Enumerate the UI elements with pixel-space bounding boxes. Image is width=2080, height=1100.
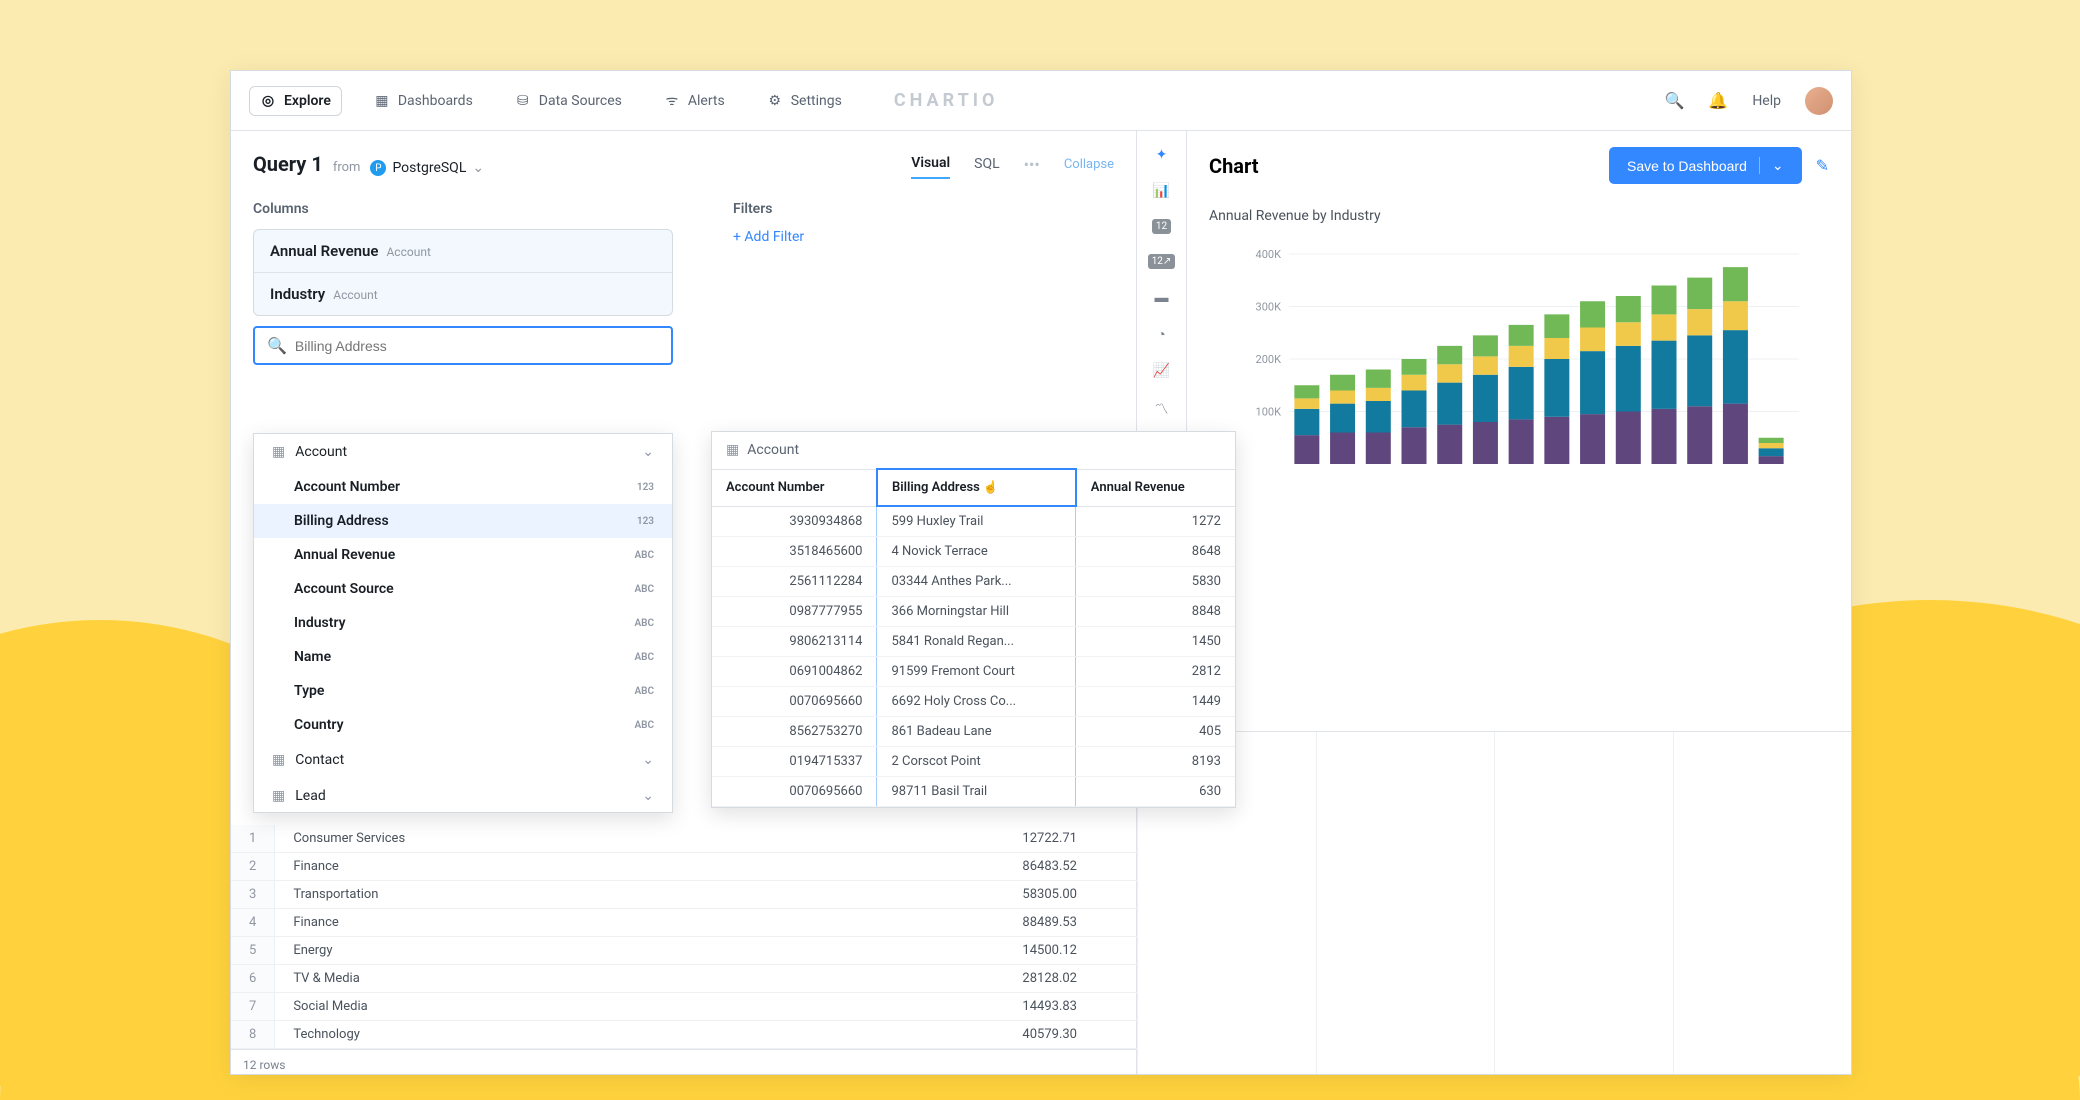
chart-panel-title: Chart — [1209, 154, 1259, 178]
query-title: Query 1 — [253, 152, 323, 176]
bar-chart: 100K 200K 300K 400K — [1209, 244, 1829, 484]
from-label: from — [333, 160, 361, 175]
table-row[interactable]: 6TV & Media28128.02 — [231, 965, 1137, 993]
db-icon: P — [370, 160, 386, 176]
dropdown-item[interactable]: TypeABC — [254, 674, 672, 708]
table-row[interactable]: 1Consumer Services12722.71 — [231, 825, 1137, 853]
dropdown-item[interactable]: Billing Address123 — [254, 504, 672, 538]
nav-alerts[interactable]: ᯤ Alerts — [654, 87, 735, 115]
more-icon[interactable]: ••• — [1024, 155, 1040, 174]
table-row[interactable]: 0987777955366 Morningstar Hill8848 — [712, 597, 1235, 627]
nav-dashboards[interactable]: ▦ Dashboards — [364, 87, 483, 115]
nav-data-sources[interactable]: ⛁ Data Sources — [505, 87, 632, 115]
brand-logo: CHARTIO — [894, 90, 999, 111]
table-icon: ▦ — [272, 788, 285, 804]
column-header[interactable]: Billing Address ☝ — [877, 469, 1076, 506]
svg-text:400K: 400K — [1256, 248, 1282, 261]
table-row[interactable]: 7Social Media14493.83 — [231, 993, 1137, 1021]
results-table: 1Consumer Services12722.712Finance86483.… — [231, 825, 1137, 1075]
table-row[interactable]: 007069566098711 Basil Trail630 — [712, 777, 1235, 807]
bell-icon[interactable]: 🔔 — [1708, 91, 1728, 110]
collapse-link[interactable]: Collapse — [1064, 157, 1114, 172]
dropdown-group-contact[interactable]: ▦Contact ⌄ — [254, 742, 672, 778]
tab-visual[interactable]: Visual — [911, 149, 950, 179]
dropdown-item[interactable]: IndustryABC — [254, 606, 672, 640]
chevron-down-icon[interactable]: ⌄ — [1759, 157, 1784, 174]
search-icon[interactable]: 🔍 — [1664, 91, 1684, 110]
dropdown-item[interactable]: Account SourceABC — [254, 572, 672, 606]
preview-table: ▦Account Account NumberBilling Address ☝… — [711, 431, 1236, 808]
number-icon[interactable]: 12 — [1152, 219, 1171, 234]
row-count: 12 rows — [231, 1049, 1137, 1075]
dropdown-item[interactable]: NameABC — [254, 640, 672, 674]
dropdown-item[interactable]: Annual RevenueABC — [254, 538, 672, 572]
tab-sql[interactable]: SQL — [974, 150, 999, 178]
column-search[interactable]: 🔍 — [253, 326, 673, 365]
table-row[interactable]: 5Energy14500.12 — [231, 937, 1137, 965]
table-row[interactable]: 4Finance88489.53 — [231, 909, 1137, 937]
column-dropdown: ▦Account ⌄ Account Number123Billing Addr… — [253, 433, 673, 813]
number-trend-icon[interactable]: 12↗ — [1148, 254, 1176, 269]
table-row[interactable]: 256111228403344 Anthes Park...5830 — [712, 567, 1235, 597]
dropdown-group-lead[interactable]: ▦Lead ⌄ — [254, 778, 672, 813]
nav-settings[interactable]: ⚙ Settings — [757, 87, 852, 115]
help-link[interactable]: Help — [1752, 93, 1781, 109]
table-row[interactable]: 00706956606692 Holy Cross Co...1449 — [712, 687, 1235, 717]
column-header[interactable]: Account Number — [712, 469, 877, 506]
chevron-down-icon: ⌄ — [642, 752, 654, 768]
table-row[interactable]: 35184656004 Novick Terrace8648 — [712, 537, 1235, 567]
svg-text:100K: 100K — [1256, 406, 1282, 419]
dropdown-group-account[interactable]: ▦Account ⌄ — [254, 434, 672, 470]
filters-label: Filters — [733, 201, 804, 217]
empty-grid — [1137, 731, 1851, 1074]
bar-chart-icon[interactable]: 📊 — [1153, 183, 1170, 199]
magic-icon[interactable]: ✦ — [1156, 147, 1168, 163]
pie-icon[interactable]: ◔ — [1157, 326, 1165, 343]
cylinder-icon: ⛁ — [515, 93, 531, 109]
cursor-icon: ☝ — [983, 480, 998, 494]
progress-icon[interactable]: ▬ — [1155, 289, 1169, 306]
pencil-icon[interactable]: ✎ — [1816, 156, 1829, 175]
svg-text:200K: 200K — [1256, 353, 1282, 366]
column-search-input[interactable] — [295, 338, 659, 354]
antenna-icon: ᯤ — [664, 93, 680, 109]
db-selector[interactable]: P PostgreSQL ⌄ — [370, 160, 484, 176]
column-pill[interactable]: Industry Account — [254, 273, 672, 315]
table-icon: ▦ — [726, 442, 739, 458]
table-row[interactable]: 2Finance86483.52 — [231, 853, 1137, 881]
dropdown-item[interactable]: Account Number123 — [254, 470, 672, 504]
column-header[interactable]: Annual Revenue — [1076, 469, 1235, 506]
add-filter-button[interactable]: + Add Filter — [733, 229, 804, 245]
nav-explore[interactable]: ◎ Explore — [249, 86, 342, 116]
svg-text:300K: 300K — [1256, 301, 1282, 314]
dropdown-item[interactable]: CountryABC — [254, 708, 672, 742]
search-icon: 🔍 — [267, 336, 287, 355]
column-pill[interactable]: Annual Revenue Account — [254, 230, 672, 273]
area-icon[interactable]: 〽 — [1155, 399, 1169, 419]
table-row[interactable]: 3Transportation58305.00 — [231, 881, 1137, 909]
grid-icon: ▦ — [374, 93, 390, 109]
columns-label: Columns — [253, 201, 673, 217]
gear-icon: ⚙ — [767, 93, 783, 109]
chart-title: Annual Revenue by Industry — [1209, 208, 1829, 224]
table-row[interactable]: 98062131145841 Ronald Regan...1450 — [712, 627, 1235, 657]
avatar[interactable] — [1805, 87, 1833, 115]
compass-icon: ◎ — [260, 93, 276, 109]
table-icon: ▦ — [272, 752, 285, 768]
save-to-dashboard-button[interactable]: Save to Dashboard ⌄ — [1609, 147, 1802, 184]
top-nav: ◎ Explore ▦ Dashboards ⛁ Data Sources ᯤ … — [231, 71, 1851, 131]
table-row[interactable]: 8562753270861 Badeau Lane405 — [712, 717, 1235, 747]
table-row[interactable]: 8Technology40579.30 — [231, 1021, 1137, 1049]
table-row[interactable]: 069100486291599 Fremont Court2812 — [712, 657, 1235, 687]
table-row[interactable]: 01947153372 Corscot Point8193 — [712, 747, 1235, 777]
table-row[interactable]: 3930934868599 Huxley Trail1272 — [712, 506, 1235, 537]
line-icon[interactable]: 📈 — [1153, 363, 1170, 379]
chevron-down-icon: ⌄ — [642, 444, 654, 460]
table-icon: ▦ — [272, 444, 285, 460]
chevron-down-icon: ⌄ — [472, 160, 484, 176]
chevron-down-icon: ⌄ — [642, 788, 654, 804]
